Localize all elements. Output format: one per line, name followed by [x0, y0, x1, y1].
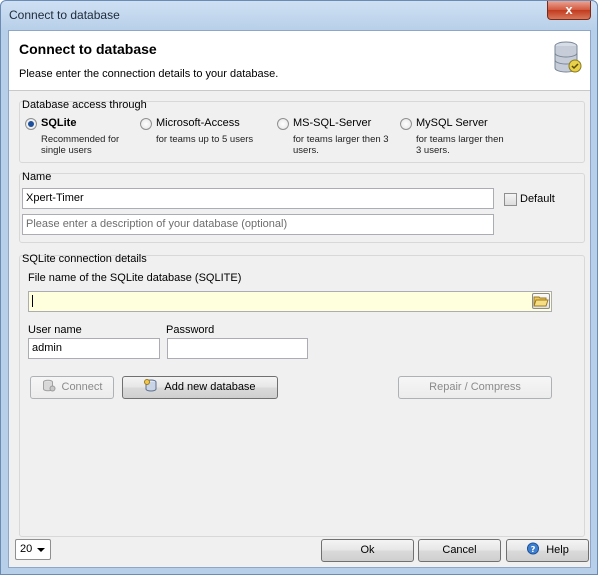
dialog-subtitle: Please enter the connection details to y…	[19, 68, 279, 80]
radio-button[interactable]	[400, 118, 412, 130]
access-group: Database access through SQLite Recommend…	[19, 99, 585, 163]
radio-button[interactable]	[140, 118, 152, 130]
password-input[interactable]	[167, 338, 308, 359]
window-title: Connect to database	[9, 8, 120, 22]
radio-mssql-label: MS-SQL-Server	[293, 117, 372, 129]
cancel-button-label: Cancel	[442, 544, 477, 556]
file-name-label: File name of the SQLite database (SQLITE…	[28, 272, 242, 284]
add-new-database-button[interactable]: Add new database	[122, 376, 278, 399]
help-button-label: Help	[546, 544, 569, 556]
text-caret	[32, 295, 33, 308]
add-database-icon	[144, 379, 157, 392]
name-group: Name Xpert-Timer Default Please enter a …	[19, 171, 585, 243]
radio-mssql-desc: for teams larger then 3 users.	[293, 134, 389, 156]
radio-mysql-label: MySQL Server	[416, 117, 488, 129]
help-button[interactable]: ? Help	[506, 539, 589, 562]
username-label: User name	[28, 324, 82, 336]
page-size-select[interactable]: 20	[15, 539, 51, 560]
sqlite-group: SQLite connection details File name of t…	[19, 253, 585, 537]
radio-sqlite-desc: Recommended for single users	[41, 134, 120, 156]
default-checkbox[interactable]	[504, 193, 517, 206]
dialog-heading: Connect to database	[19, 41, 157, 57]
title-bar[interactable]: Connect to database x	[1, 1, 597, 29]
password-label: Password	[166, 324, 215, 336]
radio-button[interactable]	[25, 118, 37, 130]
dialog-client-area: Connect to database Please enter the con…	[8, 30, 591, 568]
repair-compress-button[interactable]: Repair / Compress	[398, 376, 552, 399]
repair-compress-label: Repair / Compress	[429, 381, 521, 393]
database-icon	[554, 41, 582, 73]
ok-button[interactable]: Ok	[321, 539, 414, 562]
connect-button[interactable]: Connect	[30, 376, 114, 399]
svg-text:?: ?	[531, 544, 536, 554]
radio-mysql-desc: for teams larger then 3 users.	[416, 134, 504, 156]
cancel-button[interactable]: Cancel	[418, 539, 501, 562]
default-label: Default	[520, 193, 555, 205]
radio-sqlite-label: SQLite	[41, 117, 77, 129]
username-input[interactable]: admin	[28, 338, 160, 359]
chevron-down-icon	[37, 548, 45, 552]
connect-dialog-window: Connect to database x Connect to databas…	[0, 0, 598, 575]
sqlite-group-label: SQLite connection details	[22, 253, 147, 265]
close-icon: x	[565, 2, 573, 17]
page-size-value: 20	[20, 543, 33, 555]
radio-button[interactable]	[277, 118, 289, 130]
connect-button-label: Connect	[61, 381, 103, 393]
name-group-label: Name	[22, 171, 52, 183]
radio-access-desc: for teams up to 5 users	[156, 134, 254, 145]
ok-button-label: Ok	[360, 544, 375, 556]
close-button[interactable]: x	[547, 1, 591, 20]
description-input[interactable]: Please enter a description of your datab…	[22, 214, 494, 235]
dialog-header: Connect to database Please enter the con…	[9, 31, 590, 91]
name-input[interactable]: Xpert-Timer	[22, 188, 494, 209]
add-new-database-label: Add new database	[164, 381, 256, 393]
file-name-input[interactable]	[28, 291, 552, 312]
help-icon: ?	[527, 542, 540, 555]
folder-open-icon	[533, 296, 549, 307]
radio-access-label: Microsoft-Access	[156, 117, 240, 129]
browse-file-button[interactable]	[532, 293, 550, 309]
access-group-label: Database access through	[22, 99, 147, 111]
connect-icon	[42, 379, 55, 392]
